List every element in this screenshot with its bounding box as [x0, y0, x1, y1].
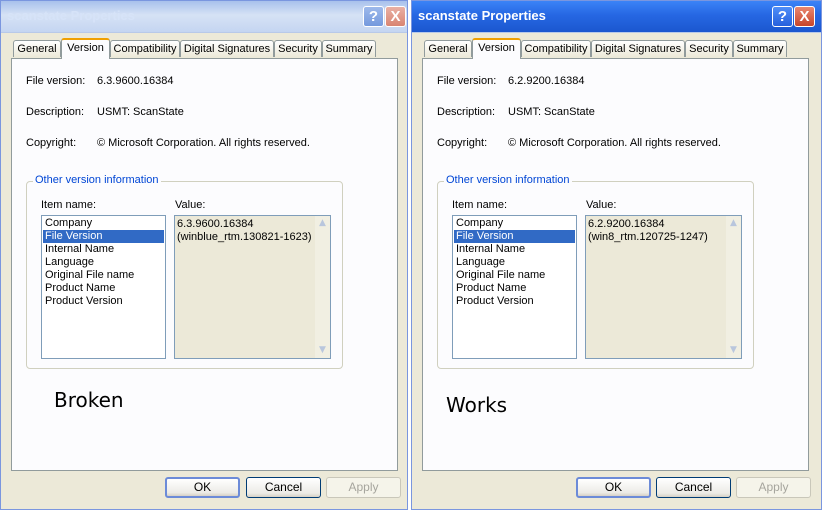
- title-bar[interactable]: scanstate Properties ? X: [412, 1, 821, 33]
- list-item[interactable]: Original File name: [43, 269, 164, 282]
- annotation-caption: Broken: [54, 388, 124, 412]
- value-line-1: 6.2.9200.16384: [588, 218, 665, 230]
- value-text: 6.2.9200.16384 (win8_rtm.120725-1247): [588, 218, 708, 244]
- close-button[interactable]: X: [385, 6, 406, 27]
- list-item-selected[interactable]: File Version: [454, 230, 575, 243]
- annotation-caption: Works: [446, 393, 508, 417]
- properties-window-left: scanstate Properties ? X General Version…: [0, 0, 408, 510]
- ok-button[interactable]: OK: [165, 477, 240, 498]
- group-title: Other version information: [444, 174, 572, 186]
- description-label: Description:: [437, 106, 496, 118]
- tab-version[interactable]: Version: [472, 38, 521, 59]
- apply-button[interactable]: Apply: [736, 477, 811, 498]
- vertical-scrollbar[interactable]: ▲ ▼: [726, 216, 741, 358]
- tab-security[interactable]: Security: [274, 40, 322, 57]
- scroll-down-icon[interactable]: ▼: [315, 343, 330, 358]
- vertical-scrollbar[interactable]: ▲ ▼: [315, 216, 330, 358]
- tab-summary[interactable]: Summary: [322, 40, 376, 57]
- properties-window-right: scanstate Properties ? X General Version…: [411, 0, 822, 510]
- close-button[interactable]: X: [794, 6, 815, 27]
- item-name-label: Item name:: [452, 199, 508, 211]
- list-item[interactable]: Original File name: [454, 269, 575, 282]
- tab-version[interactable]: Version: [61, 38, 110, 59]
- help-button[interactable]: ?: [772, 6, 793, 27]
- window-title: scanstate Properties: [7, 8, 135, 23]
- ok-button[interactable]: OK: [576, 477, 651, 498]
- value-line-1: 6.3.9600.16384: [177, 218, 254, 230]
- scroll-up-icon[interactable]: ▲: [315, 216, 330, 231]
- list-item-selected[interactable]: File Version: [43, 230, 164, 243]
- value-label: Value:: [175, 199, 206, 211]
- help-icon: ?: [368, 8, 379, 25]
- tab-compatibility[interactable]: Compatibility: [110, 40, 180, 57]
- scroll-up-icon[interactable]: ▲: [726, 216, 741, 231]
- description-value: USMT: ScanState: [508, 106, 595, 118]
- item-name-list[interactable]: Company File Version Internal Name Langu…: [41, 215, 166, 359]
- file-version-value: 6.2.9200.16384: [508, 75, 585, 87]
- value-line-2: (win8_rtm.120725-1247): [588, 231, 708, 243]
- copyright-value: © Microsoft Corporation. All rights rese…: [97, 137, 310, 149]
- cancel-button[interactable]: Cancel: [246, 477, 321, 498]
- list-item[interactable]: Product Name: [454, 282, 575, 295]
- tab-general[interactable]: General: [424, 40, 472, 57]
- list-item[interactable]: Company: [43, 217, 164, 230]
- tab-digital-signatures[interactable]: Digital Signatures: [180, 40, 274, 57]
- other-version-info-group: Other version information Item name: Val…: [26, 174, 343, 369]
- cancel-button[interactable]: Cancel: [656, 477, 731, 498]
- tab-compatibility[interactable]: Compatibility: [521, 40, 591, 57]
- help-icon: ?: [777, 8, 788, 25]
- list-item[interactable]: Internal Name: [43, 243, 164, 256]
- value-line-2: (winblue_rtm.130821-1623): [177, 231, 312, 243]
- copyright-label: Copyright:: [437, 137, 488, 149]
- value-label: Value:: [586, 199, 617, 211]
- list-item[interactable]: Product Version: [454, 295, 575, 308]
- description-label: Description:: [26, 106, 85, 118]
- group-title: Other version information: [33, 174, 161, 186]
- list-item[interactable]: Internal Name: [454, 243, 575, 256]
- tab-summary[interactable]: Summary: [733, 40, 787, 57]
- tab-strip: General Version Compatibility Digital Si…: [422, 38, 811, 59]
- file-version-value: 6.3.9600.16384: [97, 75, 174, 87]
- tab-general[interactable]: General: [13, 40, 61, 57]
- file-version-label: File version:: [26, 75, 86, 87]
- value-box[interactable]: 6.3.9600.16384 (winblue_rtm.130821-1623)…: [174, 215, 331, 359]
- tab-digital-signatures[interactable]: Digital Signatures: [591, 40, 685, 57]
- list-item[interactable]: Language: [43, 256, 164, 269]
- title-bar[interactable]: scanstate Properties ? X: [1, 1, 407, 33]
- close-icon: X: [799, 8, 810, 25]
- value-text: 6.3.9600.16384 (winblue_rtm.130821-1623): [177, 218, 312, 244]
- list-item[interactable]: Company: [454, 217, 575, 230]
- item-name-label: Item name:: [41, 199, 97, 211]
- tab-strip: General Version Compatibility Digital Si…: [11, 38, 397, 59]
- description-value: USMT: ScanState: [97, 106, 184, 118]
- list-item[interactable]: Language: [454, 256, 575, 269]
- close-icon: X: [390, 8, 401, 25]
- other-version-info-group: Other version information Item name: Val…: [437, 174, 754, 369]
- value-box[interactable]: 6.2.9200.16384 (win8_rtm.120725-1247) ▲ …: [585, 215, 742, 359]
- list-item[interactable]: Product Version: [43, 295, 164, 308]
- window-title: scanstate Properties: [418, 8, 546, 23]
- tab-security[interactable]: Security: [685, 40, 733, 57]
- copyright-label: Copyright:: [26, 137, 77, 149]
- item-name-list[interactable]: Company File Version Internal Name Langu…: [452, 215, 577, 359]
- copyright-value: © Microsoft Corporation. All rights rese…: [508, 137, 721, 149]
- list-item[interactable]: Product Name: [43, 282, 164, 295]
- apply-button[interactable]: Apply: [326, 477, 401, 498]
- help-button[interactable]: ?: [363, 6, 384, 27]
- scroll-down-icon[interactable]: ▼: [726, 343, 741, 358]
- file-version-label: File version:: [437, 75, 497, 87]
